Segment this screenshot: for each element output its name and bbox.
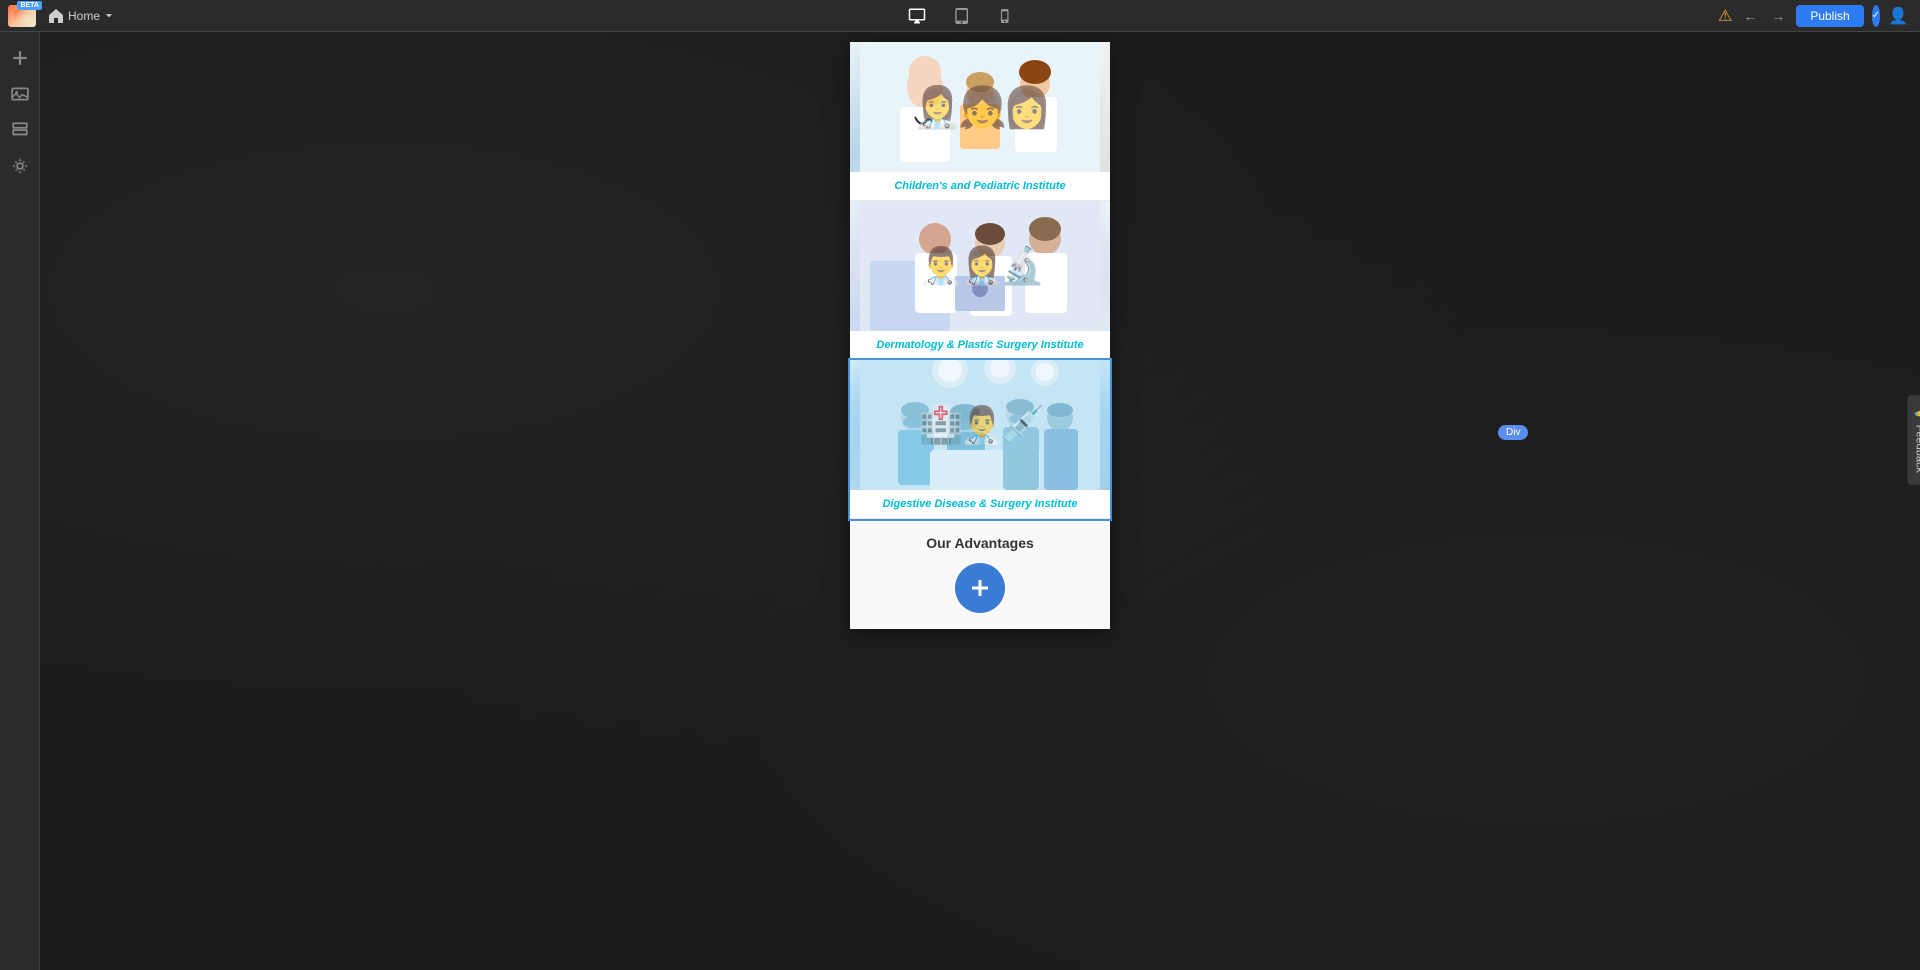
dermatology-illustration: [860, 201, 1100, 331]
home-label: Home: [68, 9, 100, 23]
canvas-area: Children's and Pediatric Institute: [40, 32, 1920, 970]
tablet-device-button[interactable]: [950, 4, 974, 28]
dermatology-institute-card[interactable]: Dermatology & Plastic Surgery Institute: [850, 201, 1110, 360]
toolbar: BETA Home ⚠ ← → Publish ✓ 👤: [0, 0, 1920, 32]
digestive-image: [850, 360, 1110, 490]
digestive-institute-card[interactable]: Digestive Disease & Surgery Institute: [850, 360, 1110, 519]
add-icon: [11, 49, 29, 67]
dermatology-title: Dermatology & Plastic Surgery Institute: [850, 331, 1110, 359]
home-button[interactable]: Home: [42, 6, 120, 26]
toolbar-right: ⚠ ← → Publish ✓ 👤: [1720, 5, 1920, 27]
desktop-icon: [908, 7, 926, 25]
digestive-title: Digestive Disease & Surgery Institute: [850, 490, 1110, 518]
advantages-icon: [955, 563, 1005, 613]
mobile-icon: [998, 9, 1012, 23]
tablet-icon: [954, 8, 970, 24]
sidebar-media-button[interactable]: [4, 78, 36, 110]
sidebar-layers-button[interactable]: [4, 114, 36, 146]
advantages-title: Our Advantages: [860, 535, 1100, 551]
digestive-illustration: [860, 360, 1100, 490]
feedback-label: Feedback: [1914, 425, 1920, 473]
pediatric-image: [850, 42, 1110, 172]
user-icon[interactable]: 👤: [1888, 6, 1908, 26]
advantages-section: Our Advantages: [850, 519, 1110, 629]
sidebar-add-button[interactable]: [4, 42, 36, 74]
dermatology-image: [850, 201, 1110, 331]
feedback-tab[interactable]: 💡 Feedback: [1908, 395, 1920, 485]
app-logo: BETA: [8, 5, 36, 27]
sidebar: [0, 32, 40, 970]
chevron-down-icon: [104, 11, 114, 21]
warning-icon: ⚠: [1718, 6, 1732, 26]
sidebar-settings-button[interactable]: [4, 150, 36, 182]
settings-icon: [11, 157, 29, 175]
toolbar-center: [200, 3, 1720, 29]
home-icon: [48, 8, 64, 24]
desktop-device-button[interactable]: [904, 3, 930, 29]
help-button[interactable]: ✓: [1872, 5, 1880, 27]
plus-icon: [968, 576, 992, 600]
website-preview: Children's and Pediatric Institute: [850, 42, 1110, 629]
layers-icon: [11, 121, 29, 139]
mobile-device-button[interactable]: [994, 5, 1016, 27]
pediatric-institute-card[interactable]: Children's and Pediatric Institute: [850, 42, 1110, 201]
undo-button[interactable]: ←: [1740, 5, 1760, 27]
div-badge[interactable]: Div: [1498, 425, 1528, 440]
publish-button[interactable]: Publish: [1796, 5, 1863, 27]
beta-badge: BETA: [17, 1, 42, 10]
image-icon: [11, 85, 29, 103]
pediatric-illustration: [860, 42, 1100, 172]
feedback-lightbulb-icon: 💡: [1914, 407, 1920, 421]
pediatric-title: Children's and Pediatric Institute: [850, 172, 1110, 200]
toolbar-left: BETA Home: [0, 5, 200, 27]
redo-button[interactable]: →: [1768, 5, 1788, 27]
